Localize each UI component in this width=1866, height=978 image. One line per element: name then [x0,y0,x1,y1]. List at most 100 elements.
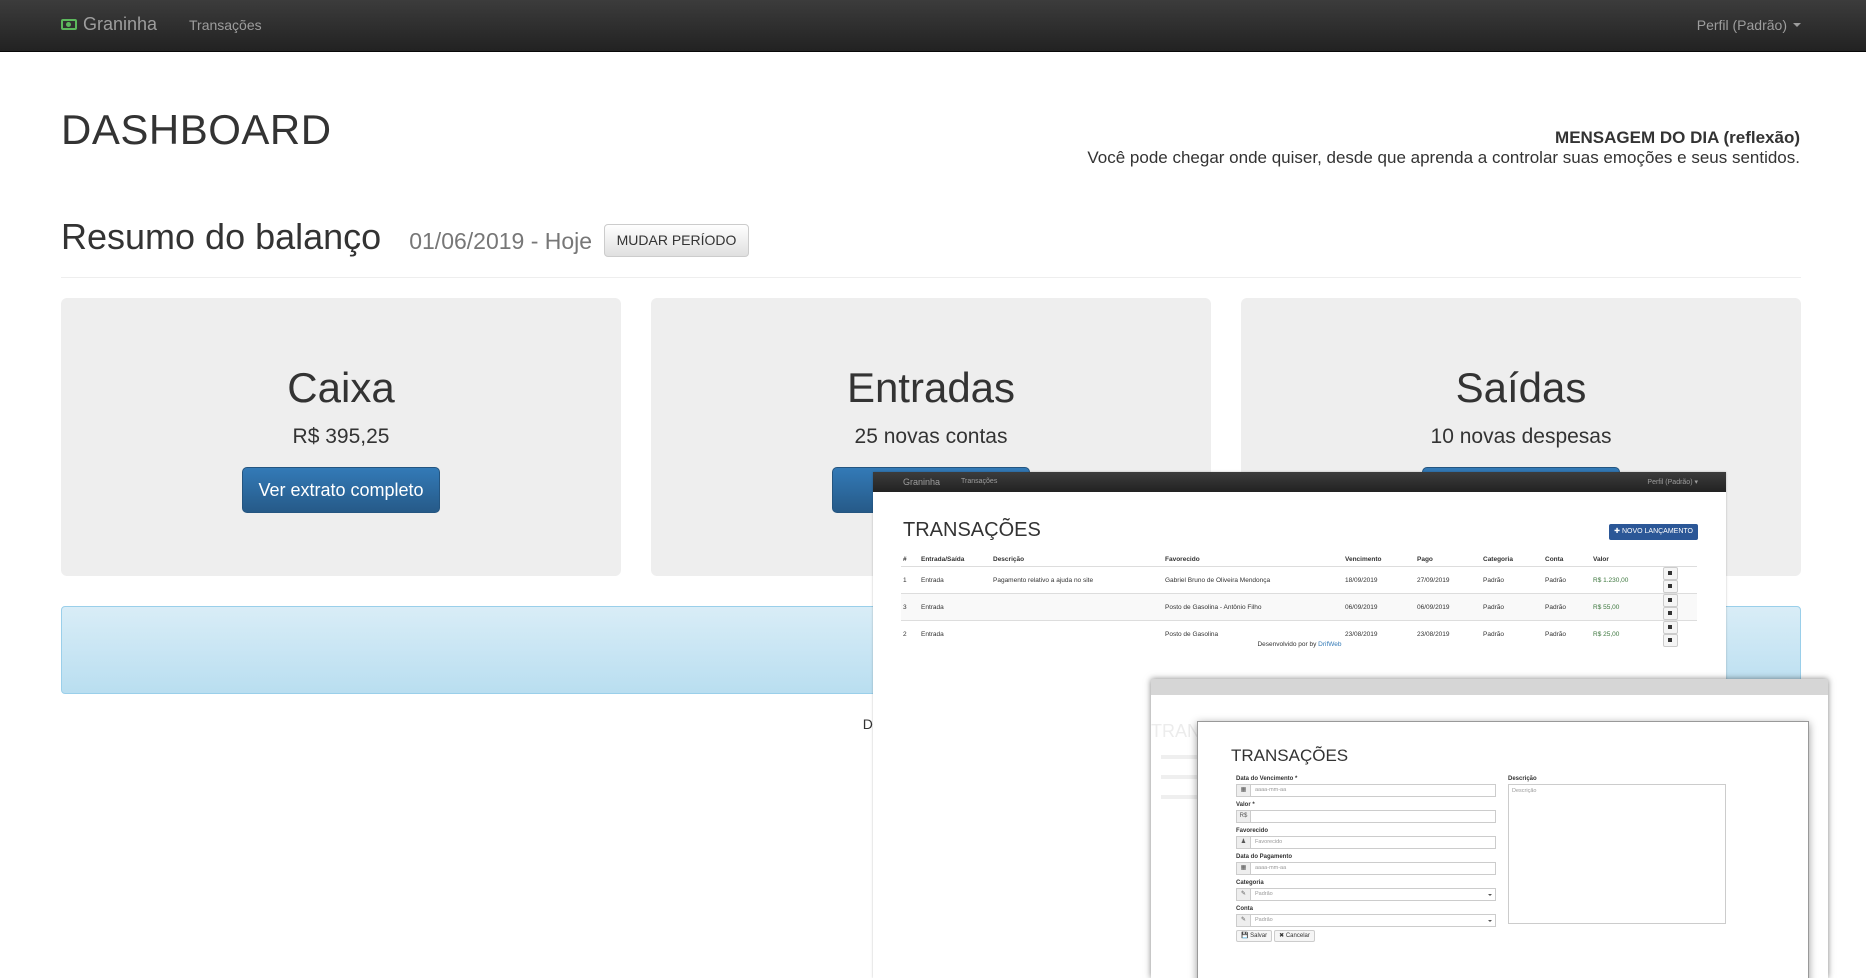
field-label: Valor * [1236,802,1255,808]
navbar-brand[interactable]: Graninha [61,14,157,35]
payee-input[interactable]: Favorecido [1251,836,1496,849]
panel-subtitle: 10 novas despesas [1430,425,1612,448]
cell: 1 [901,566,919,594]
modal-buttons: 💾 Salvar ✖ Cancelar [1236,930,1317,942]
column-header: Favorecido [1163,552,1343,567]
panel-subtitle: R$ 395,25 [292,425,390,448]
chevron-down-icon [1488,894,1492,896]
edit-icon[interactable] [1663,621,1678,634]
panel-title: Caixa [287,364,395,411]
overlay-footer-text: Desenvolvido por by [1257,641,1317,648]
modal-title: TRANSAÇÕES [1231,746,1349,765]
cell: 3 [901,593,919,621]
account-select[interactable]: Padrão [1251,914,1496,927]
cell: 27/09/2019 [1415,566,1481,594]
column-header: Conta [1543,552,1591,567]
cell: 06/09/2019 [1343,593,1415,621]
column-header: # [901,552,919,567]
column-header: Descrição [991,552,1163,567]
panel-caixa: Caixa R$ 395,25 Ver extrato completo [61,298,621,576]
cell: Pagamento relativo a ajuda no site [991,566,1163,594]
category-value: Padrão [1255,891,1273,897]
form-group-category: Categoria ✎ Padrão [1236,880,1496,901]
field-label: Favorecido [1236,828,1269,834]
column-header: Pago [1415,552,1481,567]
value-cell: R$ 1.230,00 [1591,566,1661,594]
column-header: Categoria [1481,552,1543,567]
profile-dropdown[interactable]: Perfil (Padrão) [1697,17,1801,33]
overlay-nav-link[interactable]: Transações [961,478,997,485]
transactions-table: # Entrada/Saída Descrição Favorecido Ven… [901,552,1697,647]
field-label: Data do Vencimento * [1236,776,1298,782]
payment-date-input[interactable]: aaaa-mm-aa [1251,862,1496,875]
calendar-icon: ▦ [1236,784,1251,797]
chevron-down-icon [1488,920,1492,922]
panel-title: Saídas [1455,364,1587,411]
panel-subtitle: 25 novas contas [854,425,1008,448]
cell [991,593,1163,621]
cell: Padrão [1481,593,1543,621]
field-label: Conta [1236,906,1253,912]
field-label: Categoria [1236,880,1264,886]
cell: 06/09/2019 [1415,593,1481,621]
tag-icon: ✎ [1236,888,1251,901]
nav-link-transacoes[interactable]: Transações [189,17,262,33]
value-input[interactable] [1251,810,1496,823]
overlay-top-bar [1151,679,1828,695]
form-group-account: Conta ✎ Padrão [1236,906,1496,927]
cell: Gabriel Bruno de Oliveira Mendonça [1163,566,1343,594]
delete-icon[interactable] [1663,607,1678,620]
cell: Entrada [919,593,991,621]
due-date-input[interactable]: aaaa-mm-aa [1251,784,1496,797]
edit-icon[interactable] [1663,594,1678,607]
overlay-title: TRANSAÇÕES [903,519,1041,541]
transaction-modal: TRANSAÇÕES Data do Vencimento * ▦ aaaa-m… [1197,721,1809,978]
save-button[interactable]: 💾 Salvar [1236,930,1273,942]
brand-label: Graninha [83,14,158,34]
new-entry-button[interactable]: ✚ NOVO LANÇAMENTO [1609,524,1698,540]
delete-icon[interactable] [1663,580,1678,593]
cell: Padrão [1543,566,1591,594]
navbar: Graninha Transações Perfil (Padrão) [0,0,1866,52]
cell: Posto de Gasolina - Antônio Filho [1163,593,1343,621]
cell: 18/09/2019 [1343,566,1415,594]
change-period-button[interactable]: MUDAR PERÍODO [604,224,749,257]
view-statement-button[interactable]: Ver extrato completo [242,467,440,513]
form-group-due-date: Data do Vencimento * ▦ aaaa-mm-aa [1236,776,1496,797]
overlay-footer-link[interactable]: DrifWeb [1318,641,1341,648]
column-header: Entrada/Saída [919,552,991,567]
field-label: Data do Pagamento [1236,854,1293,860]
actions-cell [1661,566,1697,594]
overlay-footer: Desenvolvido por by DrifWeb [873,641,1726,648]
money-icon [61,19,77,30]
divider [61,277,1801,278]
table-row: 1 Entrada Pagamento relativo a ajuda no … [901,566,1697,594]
cell: Entrada [919,566,991,594]
tag-icon: ✎ [1236,914,1251,927]
account-value: Padrão [1255,917,1273,923]
cell: Padrão [1481,566,1543,594]
period-label: 01/06/2019 - Hoje [409,228,593,254]
overlay-brand[interactable]: Graninha [903,477,940,487]
table-header-row: # Entrada/Saída Descrição Favorecido Ven… [901,552,1697,567]
cancel-button[interactable]: ✖ Cancelar [1274,930,1315,942]
category-select[interactable]: Padrão [1251,888,1496,901]
overlay-profile[interactable]: Perfil (Padrão) ▾ [1647,478,1698,486]
value-cell: R$ 55,00 [1591,593,1661,621]
user-icon: ♟ [1236,836,1251,849]
message-of-the-day: MENSAGEM DO DIA (reflexão) Você pode che… [1087,128,1800,168]
panel-title: Entradas [846,364,1016,411]
edit-icon[interactable] [1663,567,1678,580]
column-header: Valor [1591,552,1661,567]
overlay-navbar: Graninha Transações Perfil (Padrão) ▾ [873,472,1726,492]
chevron-down-icon [1793,23,1801,27]
page-title: DASHBOARD [61,106,332,153]
actions-header [1661,552,1697,567]
actions-cell [1661,593,1697,621]
form-group-payment-date: Data do Pagamento ▦ aaaa-mm-aa [1236,854,1496,875]
cell: Padrão [1543,593,1591,621]
description-textarea[interactable]: Descrição [1508,784,1726,924]
description-label: Descrição [1508,776,1537,782]
table-row: 3 Entrada Posto de Gasolina - Antônio Fi… [901,593,1697,621]
form-group-payee: Favorecido ♟ Favorecido [1236,828,1496,849]
